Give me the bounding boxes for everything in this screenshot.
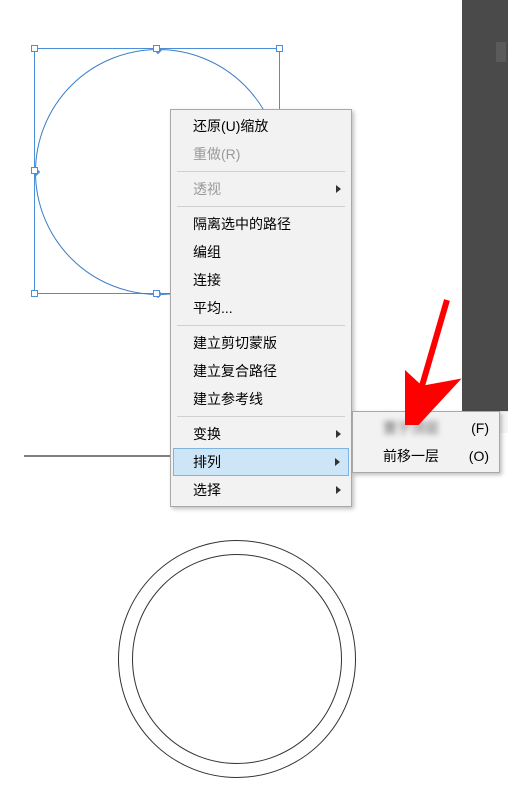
handle-top-right[interactable] [276,45,283,52]
menu-transform[interactable]: 变换 [173,420,349,448]
menu-perspective-label: 透视 [193,181,221,197]
menu-undo[interactable]: 还原(U)缩放 [173,112,349,140]
menu-compound-path[interactable]: 建立复合路径 [173,357,349,385]
context-menu: 还原(U)缩放 重做(R) 透视 隔离选中的路径 编组 连接 平均... 建立剪… [170,109,352,507]
menu-redo: 重做(R) [173,140,349,168]
submenu-bring-forward-shortcut: (O) [469,446,489,466]
right-panel [462,0,508,412]
menu-separator [177,171,345,172]
submenu-bring-forward-label: 前移一层 [383,448,439,464]
menu-guides[interactable]: 建立参考线 [173,385,349,413]
submenu-arrow-icon [336,430,341,438]
panel-scrollbar[interactable] [496,42,506,62]
menu-select[interactable]: 选择 [173,476,349,504]
menu-select-label: 选择 [193,482,221,498]
submenu-arrow-icon [335,458,340,466]
menu-join[interactable]: 连接 [173,266,349,294]
submenu-arrow-icon [336,486,341,494]
menu-arrange-label: 排列 [193,454,221,470]
handle-top-left[interactable] [31,45,38,52]
handle-bottom-left[interactable] [31,290,38,297]
ring-inner-circle [132,554,342,764]
menu-transform-label: 变换 [193,426,221,442]
menu-perspective: 透视 [173,175,349,203]
handle-top-mid[interactable] [153,45,160,52]
menu-separator [177,416,345,417]
submenu-bring-forward[interactable]: 前移一层 (O) [355,442,497,470]
submenu-bring-to-front[interactable]: 置于顶层 (F) [355,414,497,442]
submenu-bring-to-front-label: 置于顶层 [383,420,439,436]
menu-isolate[interactable]: 隔离选中的路径 [173,210,349,238]
menu-separator [177,206,345,207]
menu-clipping-mask[interactable]: 建立剪切蒙版 [173,329,349,357]
result-ring [118,540,356,778]
arrange-submenu: 置于顶层 (F) 前移一层 (O) [352,411,500,473]
handle-bottom-mid[interactable] [153,290,160,297]
menu-average[interactable]: 平均... [173,294,349,322]
menu-arrange[interactable]: 排列 [173,448,349,476]
submenu-arrow-icon [336,185,341,193]
submenu-bring-to-front-shortcut: (F) [471,418,489,438]
menu-separator [177,325,345,326]
annotation-arrow-icon [405,295,465,425]
canvas-area: 还原(U)缩放 重做(R) 透视 隔离选中的路径 编组 连接 平均... 建立剪… [0,0,508,460]
handle-mid-left[interactable] [31,167,38,174]
menu-ungroup[interactable]: 编组 [173,238,349,266]
